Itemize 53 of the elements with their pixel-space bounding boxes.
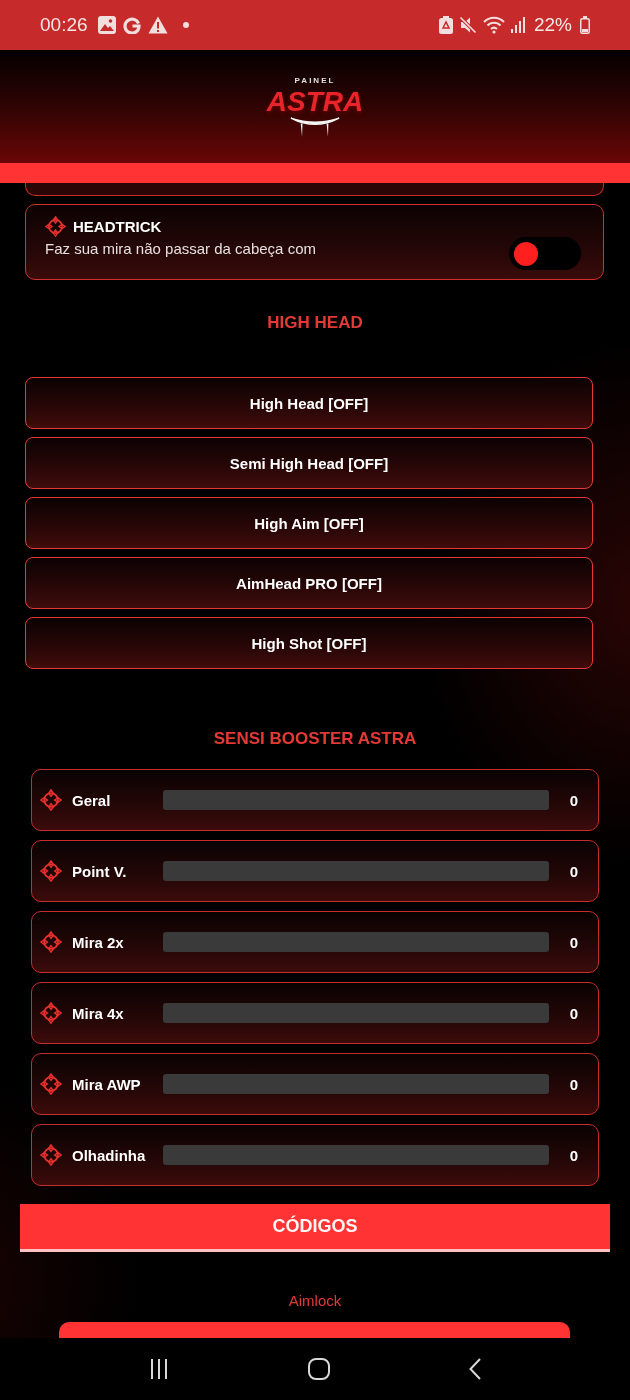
image-icon [97, 16, 116, 34]
battery-saver-icon [438, 16, 453, 34]
crosshair-icon [40, 860, 62, 882]
crosshair-icon [40, 1073, 62, 1095]
section-heading: HIGH HEAD [267, 313, 363, 333]
warning-icon [147, 16, 168, 34]
slider-track[interactable] [163, 790, 549, 810]
status-time: 00:26 [40, 14, 88, 36]
option-button[interactable]: High Aim [OFF] [25, 497, 593, 549]
home-icon[interactable] [308, 1358, 330, 1380]
slider-label: Mira 4x [72, 1004, 125, 1022]
logo-title: ASTRA [266, 85, 364, 118]
slider-track[interactable] [163, 1145, 549, 1165]
logo-subtitle: PAINEL [294, 75, 336, 86]
option-button[interactable]: High Shot [OFF] [25, 617, 593, 669]
slider-track[interactable] [163, 1074, 549, 1094]
section-banner: CÓDIGOS [20, 1204, 610, 1252]
option-button[interactable]: AimHead PRO [OFF] [25, 557, 593, 609]
slider-track[interactable] [163, 1003, 549, 1023]
slider-label: Mira AWP [72, 1075, 142, 1093]
crosshair-icon [40, 1002, 62, 1024]
notification-dot-icon [182, 22, 189, 28]
crosshair-icon [40, 931, 62, 953]
slider-value: 0 [568, 933, 580, 951]
slider-value: 0 [568, 791, 580, 809]
slider-label: Olhadinha [72, 1146, 147, 1164]
option-button[interactable]: High Head [OFF] [25, 377, 593, 429]
slider-label: Mira 2x [72, 933, 125, 951]
battery-icon [580, 16, 590, 34]
wifi-icon [482, 16, 505, 34]
feature-title: HEADTRICK [73, 216, 162, 237]
slider-label: Point V. [72, 862, 128, 880]
slider-value: 0 [568, 1075, 580, 1093]
crosshair-icon [40, 789, 62, 811]
slider-value: 0 [568, 1004, 580, 1022]
recent-apps-icon[interactable] [149, 1359, 170, 1379]
slider-track[interactable] [163, 932, 549, 952]
feature-description: Faz sua mira não passar da cabeça com [45, 239, 316, 259]
mute-icon [458, 16, 477, 34]
back-icon[interactable] [468, 1358, 481, 1380]
g-icon [122, 16, 141, 34]
slider-value: 0 [568, 862, 580, 880]
slider-label: Geral [72, 791, 112, 809]
battery-percent: 22% [533, 14, 572, 36]
option-button[interactable]: Semi High Head [OFF] [25, 437, 593, 489]
crosshair-icon [40, 1144, 62, 1166]
slider-value: 0 [568, 1146, 580, 1164]
toggle-switch[interactable] [509, 237, 581, 270]
code-label: Aimlock [288, 1292, 342, 1310]
crosshair-icon [45, 216, 66, 237]
signal-icon [510, 17, 526, 33]
slider-track[interactable] [163, 861, 549, 881]
section-heading: SENSI BOOSTER ASTRA [213, 729, 417, 749]
